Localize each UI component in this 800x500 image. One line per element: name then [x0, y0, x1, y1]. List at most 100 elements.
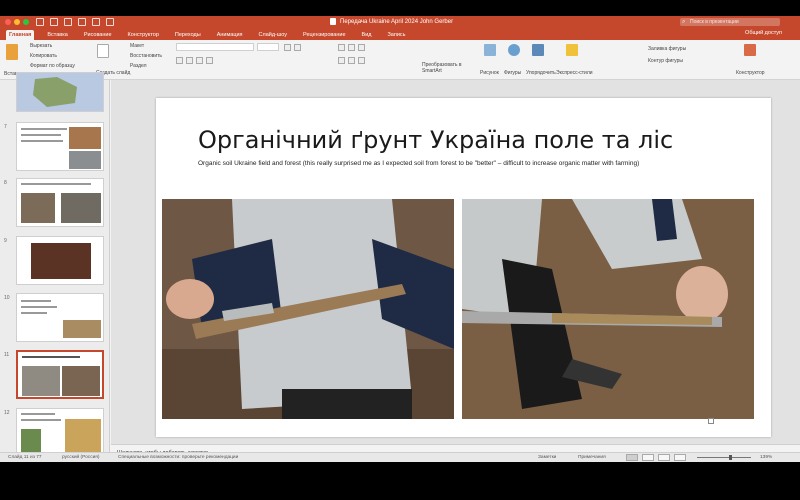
- ribbon: Вставить Вырезать Копировать Формат по о…: [0, 40, 800, 80]
- indent-icon[interactable]: [358, 44, 365, 51]
- increase-font-icon[interactable]: [284, 44, 291, 51]
- slide-thumbnail[interactable]: [16, 178, 104, 227]
- layout-button[interactable]: Макет: [130, 43, 144, 49]
- normal-view-button[interactable]: [626, 454, 638, 461]
- picture-icon[interactable]: [484, 44, 496, 56]
- slide-number: 9: [4, 238, 7, 244]
- new-slide-icon[interactable]: [97, 44, 109, 58]
- thumbnail-photo: [61, 193, 101, 223]
- tab-review[interactable]: Рецензирование: [300, 30, 348, 40]
- tab-insert[interactable]: Вставка: [44, 30, 70, 40]
- thumbnail-photo: [22, 366, 60, 396]
- print-icon[interactable]: [92, 18, 100, 26]
- slide-thumbnail[interactable]: [16, 122, 104, 171]
- thumbnail-text-line: [21, 419, 61, 421]
- slide-subtitle[interactable]: Organic soil Ukraine field and forest (t…: [198, 160, 639, 167]
- tab-view[interactable]: Вид: [359, 30, 375, 40]
- shape-fill-button[interactable]: Заливка фигуры: [648, 46, 686, 52]
- soil-sample-forest-photo[interactable]: [462, 199, 754, 419]
- reading-view-button[interactable]: [658, 454, 670, 461]
- align-right-icon[interactable]: [358, 57, 365, 64]
- slide-sorter-view-button[interactable]: [642, 454, 654, 461]
- current-slide[interactable]: Органічний ґрунт Україна поле та ліс Org…: [156, 98, 771, 437]
- save-icon[interactable]: [50, 18, 58, 26]
- soil-sample-field-photo[interactable]: [162, 199, 454, 419]
- slide-number: 11: [4, 352, 10, 358]
- tab-home[interactable]: Главная: [6, 30, 35, 40]
- home-icon[interactable]: [36, 18, 44, 26]
- status-bar: Слайд 11 из 77 русский (Россия) Специаль…: [0, 452, 800, 462]
- close-window-button[interactable]: [5, 19, 11, 25]
- thumbnail-text-line: [21, 312, 47, 314]
- slide-thumbnail[interactable]: [16, 408, 104, 457]
- search-input[interactable]: Поиск в презентации: [680, 18, 780, 26]
- format-painter-button[interactable]: Формат по образцу: [30, 63, 75, 69]
- section-button[interactable]: Раздел: [130, 63, 147, 69]
- slide-title[interactable]: Органічний ґрунт Україна поле та ліс: [198, 126, 673, 154]
- paste-icon[interactable]: [6, 44, 18, 60]
- slide-editing-area[interactable]: Органічний ґрунт Україна поле та ліс Org…: [111, 80, 800, 444]
- quick-styles-icon[interactable]: [566, 44, 578, 56]
- language-indicator[interactable]: русский (Россия): [62, 455, 99, 460]
- shapes-button[interactable]: Фигуры: [504, 70, 521, 76]
- decrease-font-icon[interactable]: [294, 44, 301, 51]
- slide-thumbnail[interactable]: [16, 293, 104, 342]
- resize-handle[interactable]: [708, 418, 714, 424]
- quick-access-toolbar: [36, 18, 114, 26]
- comments-button[interactable]: Примечания: [578, 455, 606, 460]
- tab-design[interactable]: Конструктор: [125, 30, 162, 40]
- document-title: Передача Ukraine April 2024 John Gerber: [330, 18, 453, 25]
- thumbnail-text-line: [21, 183, 91, 185]
- thumbnail-text-line: [22, 356, 80, 358]
- thumbnail-photo: [69, 127, 101, 149]
- italic-icon[interactable]: [186, 57, 193, 64]
- tab-draw[interactable]: Рисование: [81, 30, 115, 40]
- slide-thumbnails-pane[interactable]: 7 8 9 10 11 12: [0, 72, 110, 457]
- slide-counter: Слайд 11 из 77: [8, 455, 42, 460]
- font-size-field[interactable]: [257, 43, 279, 51]
- slideshow-view-button[interactable]: [674, 454, 686, 461]
- accessibility-status[interactable]: Специальные возможности: проверьте реком…: [118, 455, 238, 460]
- convert-smartart-button[interactable]: Преобразовать в SmartArt: [422, 62, 468, 74]
- powerpoint-window: Передача Ukraine April 2024 John Gerber …: [0, 16, 800, 462]
- shapes-icon[interactable]: [508, 44, 520, 56]
- quick-styles-button[interactable]: Экспресс-стили: [556, 70, 593, 76]
- more-icon[interactable]: [106, 18, 114, 26]
- bold-icon[interactable]: [176, 57, 183, 64]
- maximize-window-button[interactable]: [23, 19, 29, 25]
- slide-thumbnail-selected[interactable]: [16, 350, 104, 399]
- cut-button[interactable]: Вырезать: [30, 43, 52, 49]
- slide-thumbnail[interactable]: [16, 72, 104, 112]
- design-ideas-button[interactable]: Конструктор: [736, 70, 765, 76]
- notes-button[interactable]: Заметки: [538, 455, 556, 460]
- undo-icon[interactable]: [64, 18, 72, 26]
- share-button[interactable]: Общий доступ: [745, 30, 782, 36]
- zoom-level[interactable]: 139%: [760, 455, 772, 460]
- thumbnail-text-line: [21, 128, 67, 130]
- align-center-icon[interactable]: [348, 57, 355, 64]
- underline-icon[interactable]: [196, 57, 203, 64]
- numbering-icon[interactable]: [348, 44, 355, 51]
- shape-outline-button[interactable]: Контур фигуры: [648, 58, 683, 64]
- copy-button[interactable]: Копировать: [30, 53, 57, 59]
- document-title-text: Передача Ukraine April 2024 John Gerber: [340, 18, 454, 25]
- bullets-icon[interactable]: [338, 44, 345, 51]
- zoom-slider[interactable]: [697, 455, 751, 460]
- slide-thumbnail[interactable]: [16, 236, 104, 285]
- tab-animations[interactable]: Анимация: [214, 30, 246, 40]
- minimize-window-button[interactable]: [14, 19, 20, 25]
- tab-record[interactable]: Запись: [384, 30, 408, 40]
- tab-transitions[interactable]: Переходы: [172, 30, 204, 40]
- tab-slideshow[interactable]: Слайд-шоу: [256, 30, 291, 40]
- thumbnail-text-line: [21, 413, 55, 415]
- arrange-button[interactable]: Упорядочить: [526, 70, 556, 76]
- design-ideas-icon[interactable]: [744, 44, 756, 56]
- align-left-icon[interactable]: [338, 57, 345, 64]
- zoom-slider-knob[interactable]: [729, 455, 733, 460]
- strikethrough-icon[interactable]: [206, 57, 213, 64]
- picture-button[interactable]: Рисунок: [480, 70, 499, 76]
- redo-icon[interactable]: [78, 18, 86, 26]
- arrange-icon[interactable]: [532, 44, 544, 56]
- reset-button[interactable]: Восстановить: [130, 53, 162, 59]
- font-name-field[interactable]: [176, 43, 254, 51]
